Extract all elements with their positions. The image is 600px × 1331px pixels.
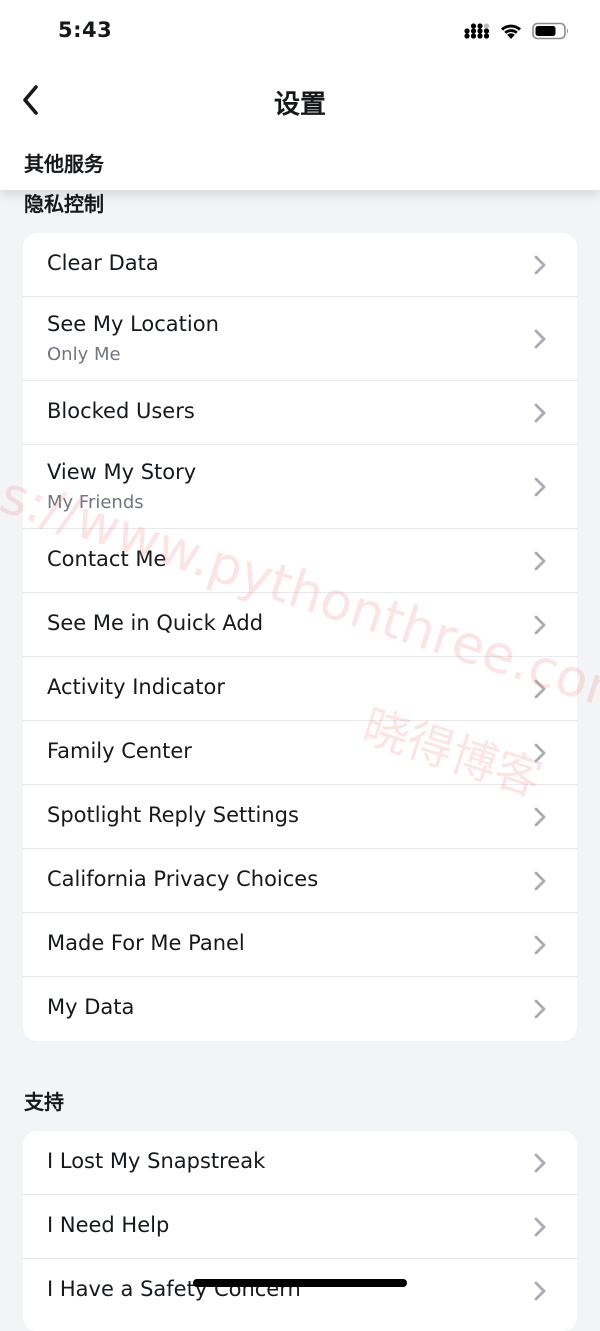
settings-row-my-data[interactable]: My Data (23, 977, 577, 1041)
settings-row-contact-me[interactable]: Contact Me (23, 529, 577, 593)
support-settings-card: I Lost My Snapstreak I Need Help I Have … (23, 1131, 577, 1331)
chevron-right-icon (534, 743, 546, 762)
row-label: I Need Help (47, 1213, 170, 1237)
settings-row-family-center[interactable]: Family Center (23, 721, 577, 785)
chevron-right-icon (534, 807, 546, 826)
chevron-right-icon (534, 999, 546, 1019)
row-label: Contact Me (47, 547, 167, 571)
chevron-right-icon (534, 1217, 546, 1236)
cellular-signal-icon (464, 23, 490, 39)
row-label: See Me in Quick Add (47, 611, 264, 635)
row-label: I Lost My Snapstreak (47, 1149, 266, 1173)
row-label: Activity Indicator (47, 675, 226, 699)
chevron-right-icon (534, 679, 546, 698)
settings-row-california-privacy-choices[interactable]: California Privacy Choices (23, 849, 577, 913)
chevron-right-icon (534, 403, 546, 422)
settings-row-made-for-me-panel[interactable]: Made For Me Panel (23, 913, 577, 977)
settings-row-need-help[interactable]: I Need Help (23, 1195, 577, 1259)
row-label: Spotlight Reply Settings (47, 803, 299, 827)
row-label: Made For Me Panel (47, 931, 245, 955)
battery-icon (532, 22, 568, 40)
privacy-section-title: 隐私控制 (24, 192, 104, 216)
chevron-right-icon (534, 255, 546, 274)
chevron-right-icon (534, 935, 546, 954)
home-indicator (193, 1279, 407, 1287)
privacy-settings-card: Clear Data See My Location Only Me Block… (23, 233, 577, 1041)
status-bar: 5:43 (0, 0, 600, 66)
status-icons (464, 22, 570, 40)
status-time: 5:43 (58, 18, 113, 42)
row-label: View My Story (47, 460, 197, 484)
support-section-title: 支持 (24, 1090, 64, 1114)
page-title: 设置 (273, 90, 326, 120)
settings-row-see-me-in-quick-add[interactable]: See Me in Quick Add (23, 593, 577, 657)
row-label: Family Center (47, 739, 192, 763)
settings-row-lost-snapstreak[interactable]: I Lost My Snapstreak (23, 1131, 577, 1195)
settings-row-clear-data[interactable]: Clear Data (23, 233, 577, 297)
settings-row-see-my-location[interactable]: See My Location Only Me (23, 297, 577, 381)
row-label: California Privacy Choices (47, 867, 319, 891)
row-label: My Data (47, 995, 135, 1019)
chevron-right-icon (534, 551, 546, 570)
settings-row-activity-indicator[interactable]: Activity Indicator (23, 657, 577, 721)
row-value: Only Me (47, 344, 121, 365)
row-label: See My Location (47, 312, 219, 336)
settings-row-spotlight-reply-settings[interactable]: Spotlight Reply Settings (23, 785, 577, 849)
row-label: Blocked Users (47, 399, 195, 423)
chevron-right-icon (534, 615, 546, 634)
chevron-right-icon (534, 329, 546, 348)
row-label: Clear Data (47, 251, 159, 275)
nav-bar: 设置 (0, 66, 600, 136)
settings-row-safety-concern[interactable]: I Have a Safety Concern (23, 1259, 577, 1323)
chevron-right-icon (534, 1153, 546, 1172)
chevron-right-icon (534, 871, 546, 890)
chevron-right-icon (534, 477, 546, 496)
wifi-icon (501, 24, 521, 39)
sticky-section-title: 其他服务 (24, 152, 104, 176)
settings-row-view-my-story[interactable]: View My Story My Friends (23, 445, 577, 529)
row-value: My Friends (47, 492, 144, 513)
settings-row-blocked-users[interactable]: Blocked Users (23, 381, 577, 445)
sticky-section-header: 其他服务 (0, 136, 600, 190)
